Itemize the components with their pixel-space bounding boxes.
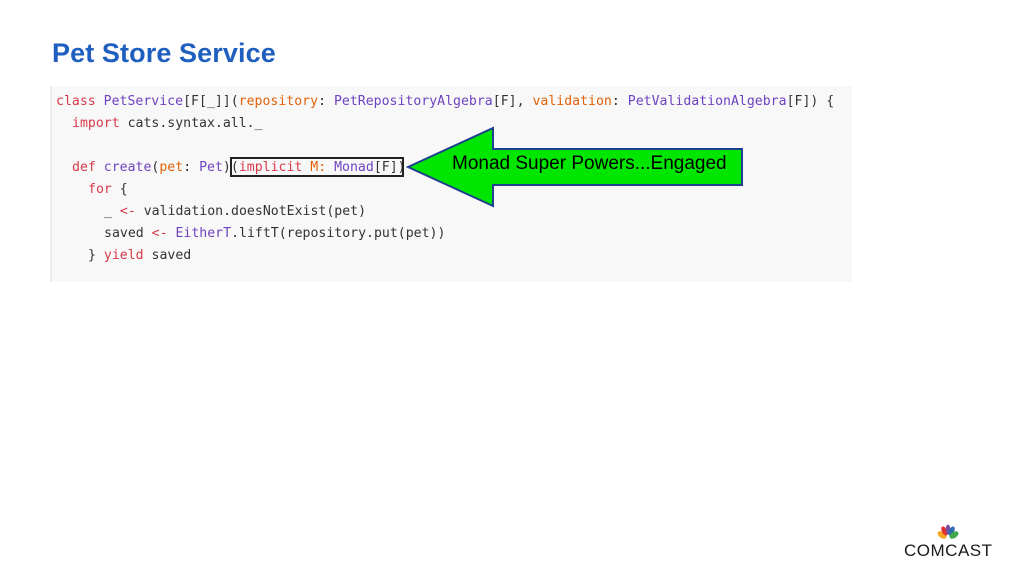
method-name: create (95, 160, 152, 175)
code-line-6: _ <- validation.doesNotExist(pet) (104, 202, 366, 222)
validation-expr: validation.doesNotExist(pet) (135, 204, 367, 219)
code-line-1: class PetService[F[_]](repository: PetRe… (56, 92, 834, 112)
param-validation: validation (532, 94, 612, 109)
type-params: [F[_]] (183, 94, 231, 109)
keyword-class: class (56, 94, 96, 109)
colon: : (318, 94, 334, 109)
type-pet: Pet (199, 160, 223, 175)
bind-arrow: <- (119, 204, 136, 219)
bind-arrow: <- (151, 226, 168, 241)
code-line-7: saved <- EitherT.liftT(repository.put(pe… (104, 224, 445, 244)
param-repository: repository (238, 94, 319, 109)
keyword-import: import (72, 116, 120, 131)
underscore: _ (104, 204, 120, 219)
close-brace: } (88, 248, 104, 263)
code-line-5: for { (88, 180, 128, 200)
colon: : (183, 160, 200, 175)
colon: : (611, 94, 628, 109)
logo-wordmark: COMCAST (904, 541, 993, 560)
keyword-yield: yield (103, 248, 144, 263)
keyword-for: for (88, 182, 112, 197)
close-paren-brace: ) { (810, 94, 835, 109)
type-param-f: [F] (786, 94, 811, 109)
class-name: PetService (103, 94, 184, 109)
code-line-2: import cats.syntax.all._ (72, 114, 263, 134)
type-repository-algebra: PetRepositoryAlgebra (333, 94, 493, 109)
peacock-icon (937, 524, 959, 539)
code-line-8: } yield saved (88, 246, 191, 266)
comcast-logo: COMCAST (902, 524, 998, 564)
implicit-highlight-box (230, 157, 404, 177)
import-path: cats.syntax.all._ (119, 116, 263, 131)
type-validation-algebra: PetValidationAlgebra (627, 94, 787, 109)
type-param-f: [F] (492, 94, 517, 109)
comma: , (516, 94, 533, 109)
callout-text: Monad Super Powers...Engaged (452, 153, 727, 174)
type-eithert: EitherT (167, 226, 232, 241)
liftt-expr: .liftT(repository.put(pet)) (231, 226, 446, 241)
paren-open: ( (230, 94, 239, 109)
yield-result: saved (143, 248, 192, 263)
open-brace: { (111, 182, 128, 197)
param-pet: pet (159, 160, 184, 175)
slide-title: Pet Store Service (52, 38, 276, 68)
keyword-def: def (72, 160, 96, 175)
var-saved: saved (104, 226, 152, 241)
